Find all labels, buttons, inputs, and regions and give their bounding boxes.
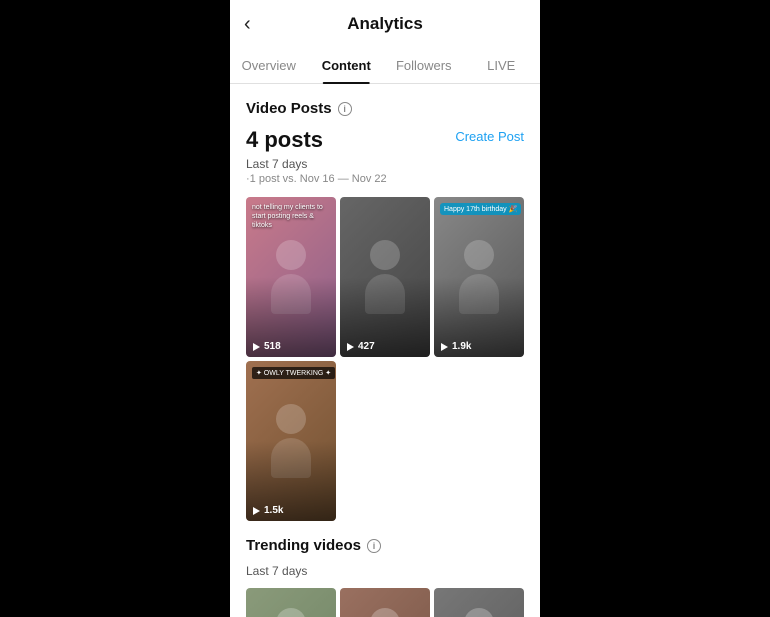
content-area: Video Posts i 4 posts Create Post Last 7… <box>230 84 540 617</box>
video-views-1: 518 <box>251 341 281 352</box>
video-views-4: 1.5k <box>251 505 283 516</box>
video-posts-title: Video Posts i <box>246 100 524 117</box>
video-thumb-1[interactable]: not telling my clients to start posting … <box>246 197 336 357</box>
back-button[interactable]: ‹ <box>244 14 251 34</box>
video-views-2: 427 <box>345 341 375 352</box>
trending-info-icon[interactable]: i <box>367 539 381 553</box>
left-panel <box>0 0 230 617</box>
video-views-3: 1.9k <box>439 341 471 352</box>
header: ‹ Analytics <box>230 0 540 48</box>
right-panel <box>540 0 770 617</box>
tab-live[interactable]: LIVE <box>463 48 541 83</box>
tab-overview[interactable]: Overview <box>230 48 308 83</box>
video-thumb-2[interactable]: 427 <box>340 197 430 357</box>
video-posts-section: Video Posts i 4 posts Create Post Last 7… <box>246 100 524 521</box>
posts-period: Last 7 days <box>246 157 524 171</box>
posts-header: 4 posts Create Post <box>246 127 524 153</box>
play-icon-2 <box>345 342 355 352</box>
trending-thumb-3[interactable] <box>434 588 524 617</box>
video-posts-info-icon[interactable]: i <box>338 102 352 116</box>
create-post-button[interactable]: Create Post <box>455 127 524 146</box>
trending-thumb-2[interactable]: ✦ OWLY TWERKING ✦ <box>340 588 430 617</box>
trending-period: Last 7 days <box>246 564 524 578</box>
tab-followers[interactable]: Followers <box>385 48 463 83</box>
video-thumb-4[interactable]: ✦ OWLY TWERKING ✦ 1.5k <box>246 361 336 521</box>
trending-section: Trending videos i Last 7 days ✦ OWLY TWE… <box>246 537 524 617</box>
trending-title: Trending videos i <box>246 537 524 554</box>
posts-comparison: ·1 post vs. Nov 16 — Nov 22 <box>246 173 524 185</box>
tr-person-head-2 <box>370 608 400 617</box>
tab-content[interactable]: Content <box>308 48 386 83</box>
tr-person-head-1 <box>276 608 306 617</box>
play-icon <box>251 342 261 352</box>
video-thumb-3[interactable]: Happy 17th birthday 🎉 1.9k <box>434 197 524 357</box>
tab-bar: Overview Content Followers LIVE <box>230 48 540 84</box>
phone-screen: ‹ Analytics Overview Content Followers L… <box>230 0 540 617</box>
posts-count: 4 posts <box>246 127 323 153</box>
video-grid: not telling my clients to start posting … <box>246 197 524 521</box>
tr-person-head-3 <box>464 608 494 617</box>
page-title: Analytics <box>347 14 423 34</box>
trending-thumb-1[interactable] <box>246 588 336 617</box>
trending-grid: ✦ OWLY TWERKING ✦ <box>246 588 524 617</box>
play-icon-3 <box>439 342 449 352</box>
play-icon-4 <box>251 506 261 516</box>
